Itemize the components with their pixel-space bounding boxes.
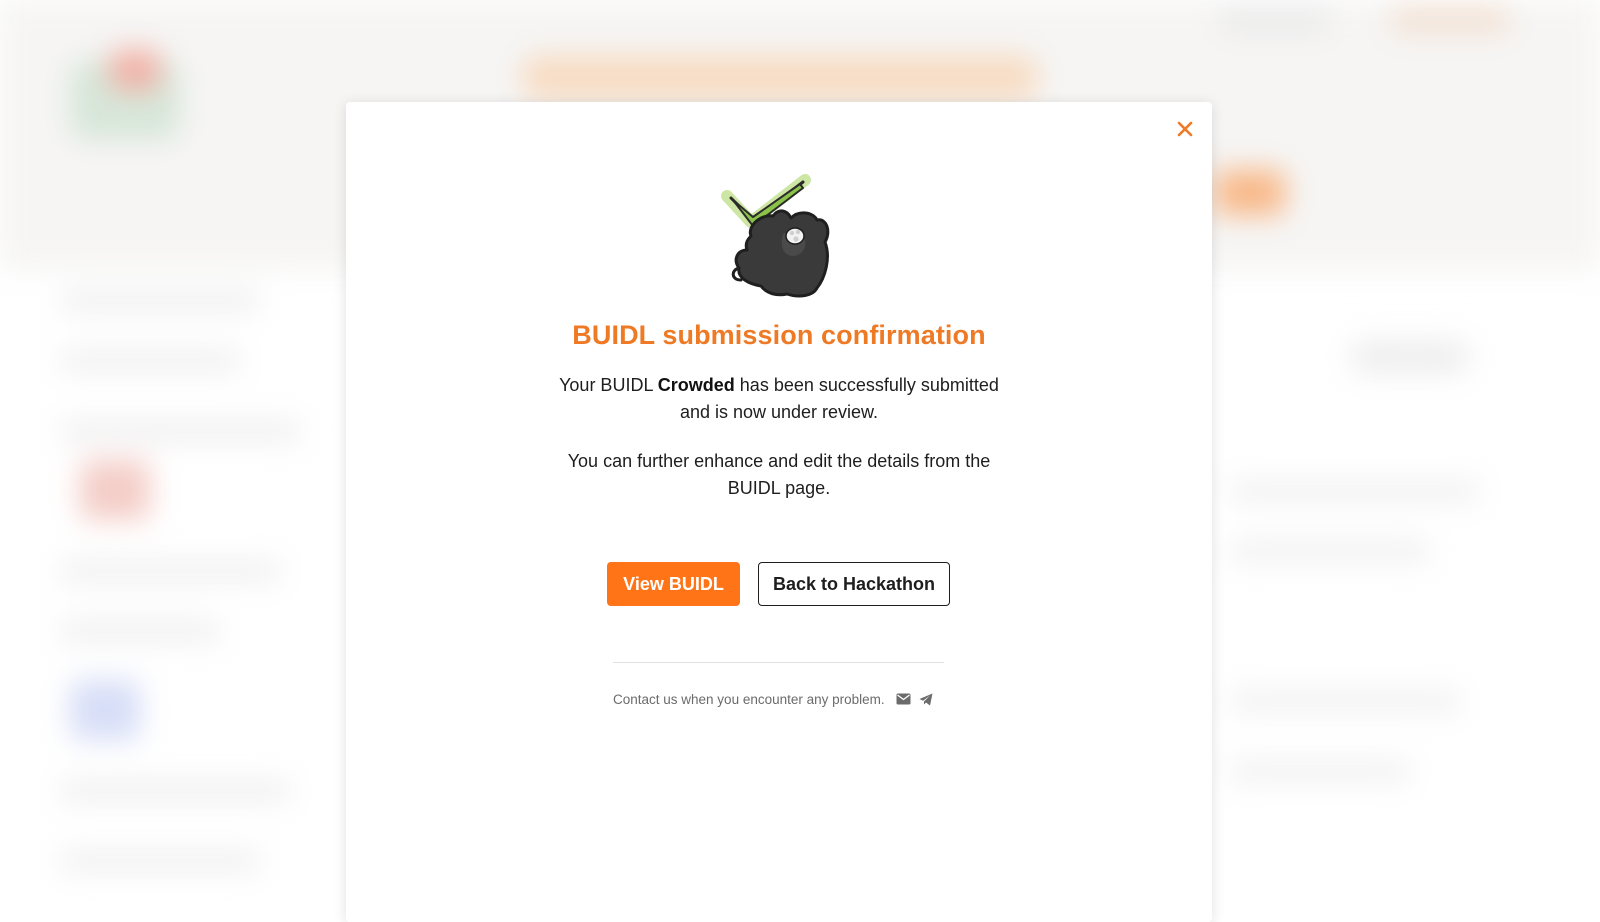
background-pill — [1350, 340, 1470, 374]
background-card-image — [80, 460, 150, 520]
background-text-row — [60, 620, 220, 642]
background-text-row — [60, 290, 260, 312]
background-text-row — [60, 780, 290, 802]
background-text-row — [60, 350, 240, 372]
background-logo-accent — [110, 50, 160, 90]
background-text-row — [1230, 690, 1460, 712]
message-prefix: Your BUIDL — [559, 375, 658, 395]
modal-title: BUIDL submission confirmation — [572, 320, 986, 350]
background-banner — [520, 55, 1040, 100]
background-text-row — [1230, 760, 1410, 782]
submission-confirmation-modal: BUIDL submission confirmation Your BUIDL… — [346, 102, 1212, 922]
buidl-name: Crowded — [657, 375, 735, 395]
background-action-button — [1215, 170, 1285, 215]
background-nav-item — [1220, 5, 1330, 35]
telegram-icon — [919, 693, 933, 705]
divider — [613, 662, 944, 663]
background-text-row — [1230, 480, 1480, 502]
background-text-row — [60, 850, 260, 872]
background-nav-item — [1390, 5, 1510, 35]
mail-icon — [896, 693, 911, 705]
background-card-image — [70, 680, 140, 740]
telegram-link[interactable] — [917, 690, 935, 708]
contact-text: Contact us when you encounter any proble… — [613, 691, 885, 707]
submission-message: Your BUIDL Crowded has been successfully… — [559, 372, 999, 426]
background-text-row — [1230, 540, 1430, 562]
enhance-message: You can further enhance and edit the det… — [567, 451, 991, 498]
background-text-row — [60, 560, 280, 582]
cat-checkmark-illustration — [721, 174, 830, 298]
background-text-row — [60, 420, 300, 442]
contact-footer: Contact us when you encounter any proble… — [613, 689, 953, 709]
view-buidl-button[interactable]: View BUIDL — [607, 562, 740, 606]
back-to-hackathon-button[interactable]: Back to Hackathon — [758, 562, 950, 606]
close-icon — [1177, 121, 1193, 137]
mail-link[interactable] — [895, 690, 913, 708]
close-button[interactable] — [1172, 116, 1198, 142]
